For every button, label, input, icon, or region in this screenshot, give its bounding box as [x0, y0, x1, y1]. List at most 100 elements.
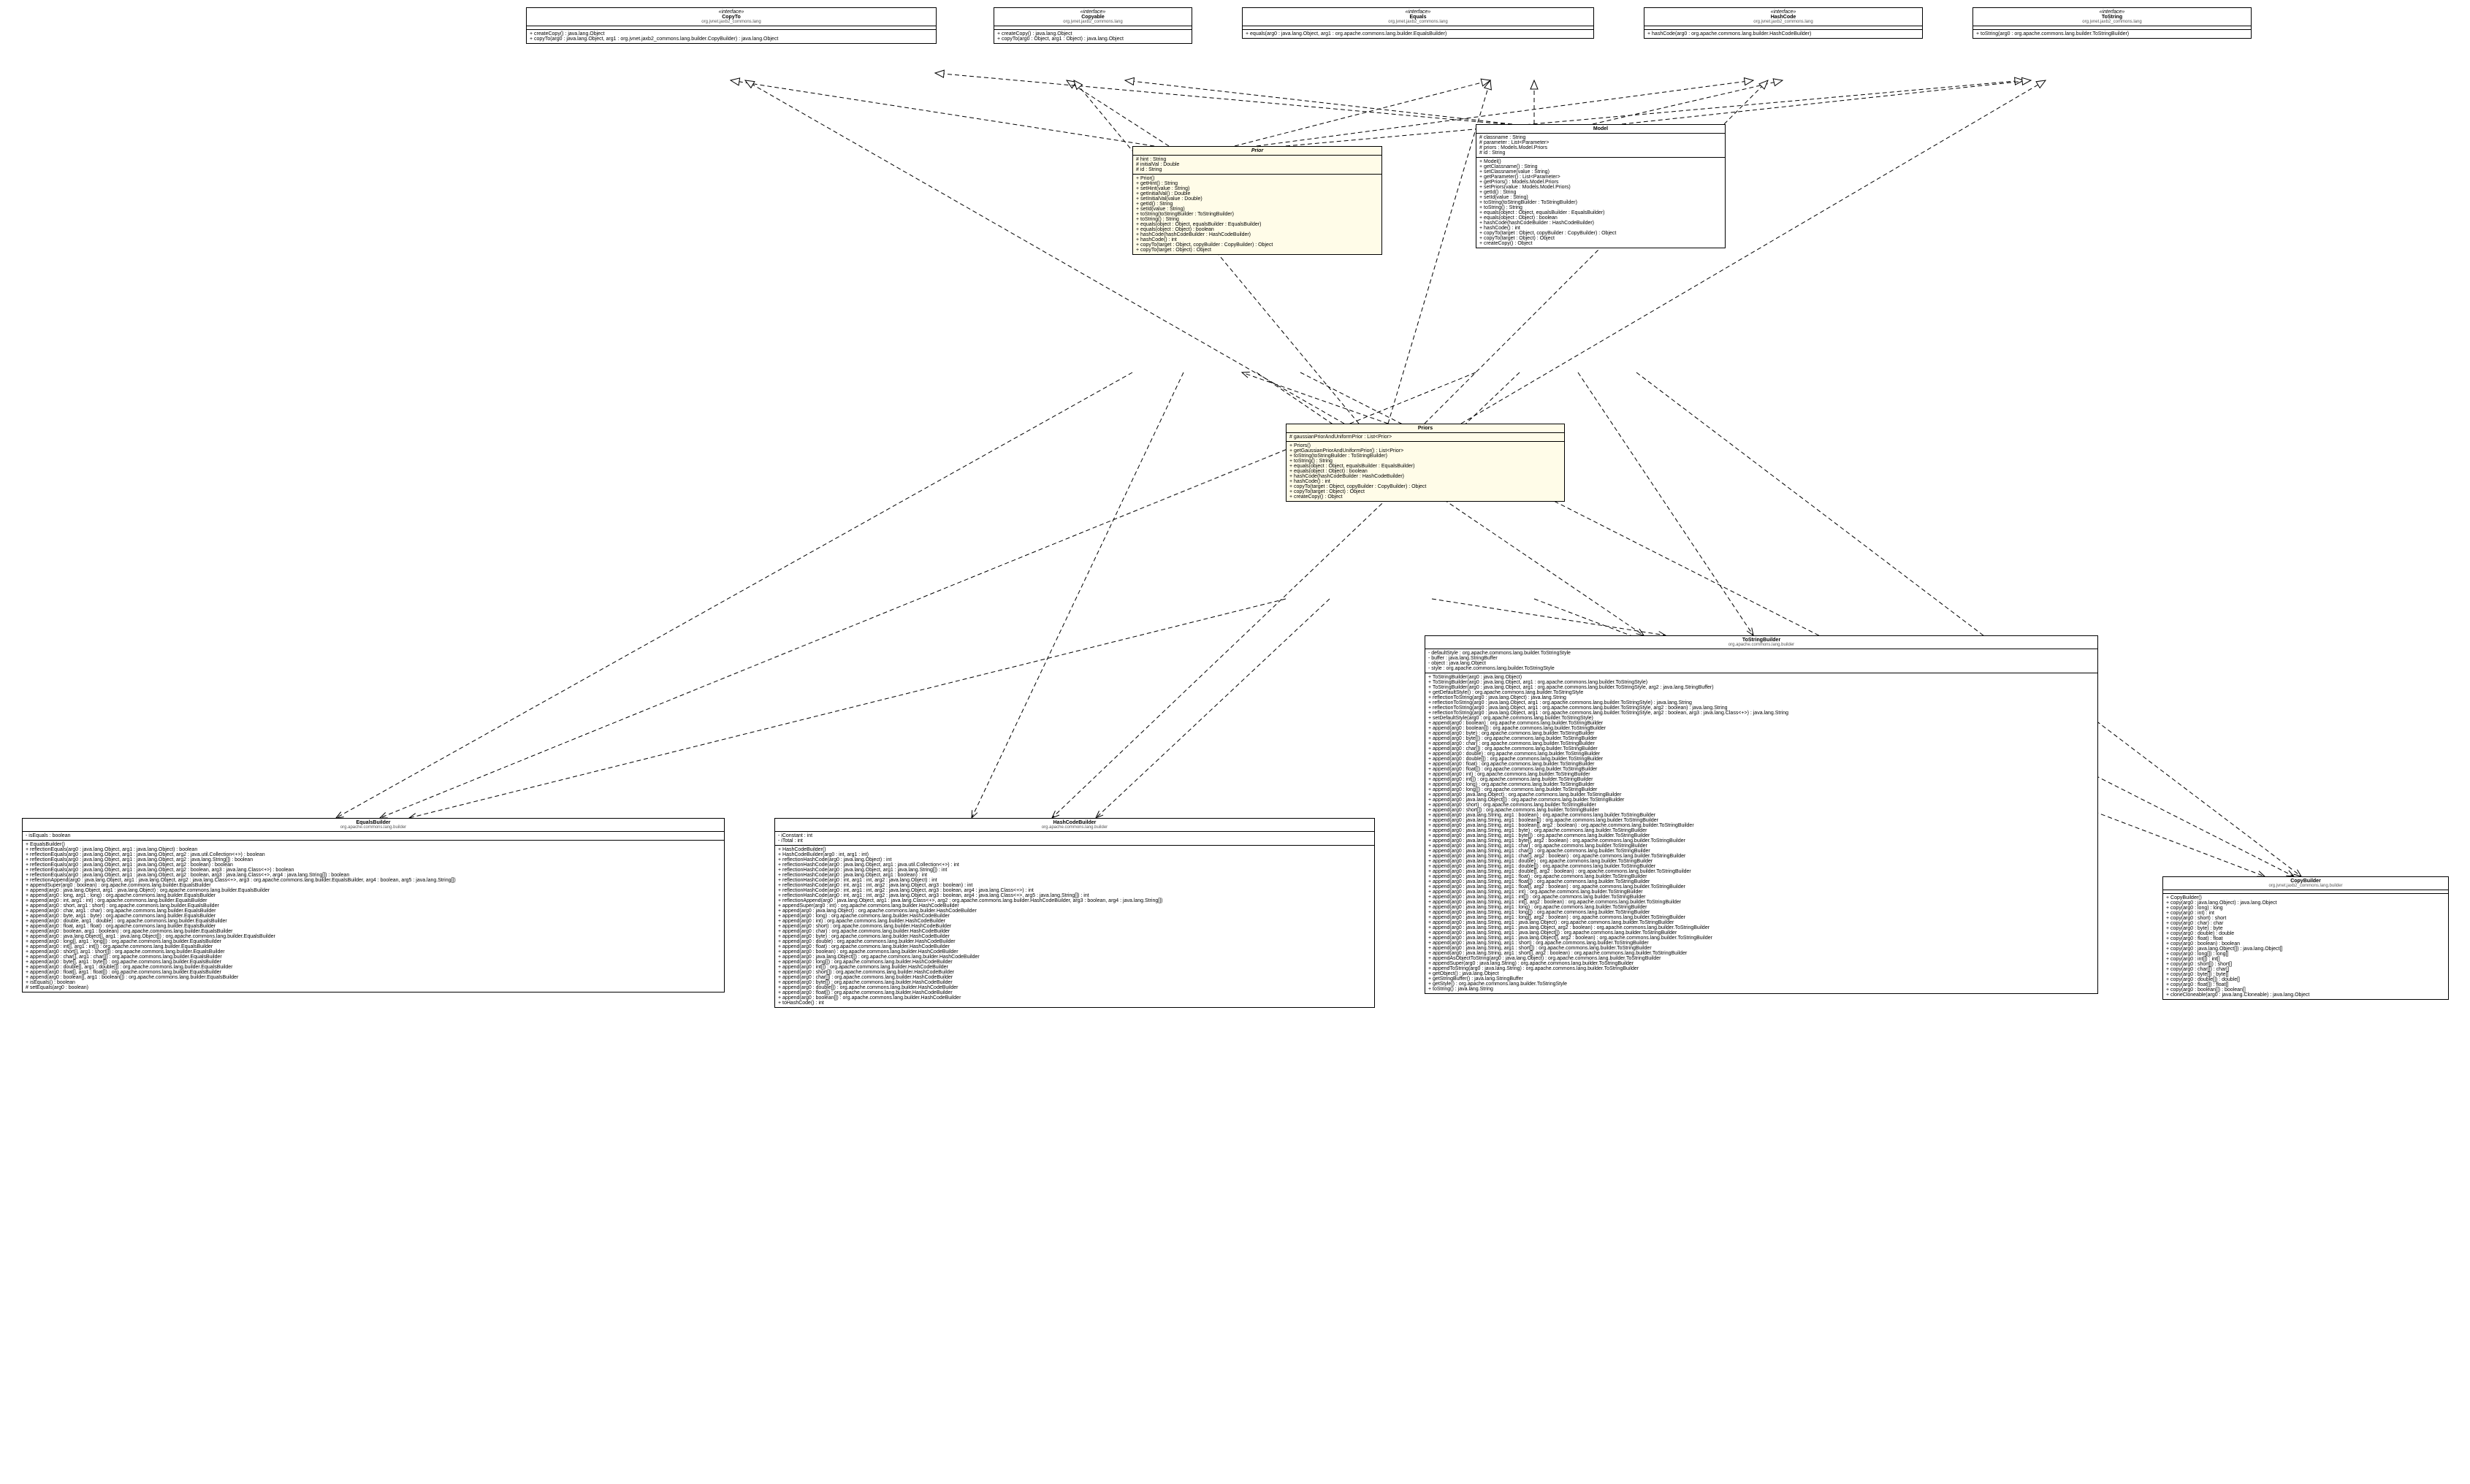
- member: + CopyBuilder(): [2166, 895, 2445, 900]
- member: + append(arg0 : float[]) : org.apache.co…: [778, 990, 1371, 995]
- member: + reflectionHashCode(arg0 : int, arg1 : …: [778, 888, 1371, 893]
- member: # initialVal : Double: [1136, 162, 1379, 167]
- member: + append(arg0 : java.lang.String, arg1 :…: [1428, 915, 2094, 920]
- member: + toString() : String: [1289, 459, 1561, 464]
- member: + append(arg0 : byte[]) : org.apache.com…: [1428, 736, 2094, 741]
- member: + copy(arg0 : double[]) : double[]: [2166, 977, 2445, 982]
- member: + append(arg0 : java.lang.String, arg1 :…: [1428, 823, 2094, 828]
- member: # id : String: [1136, 167, 1379, 172]
- member: + hashCode() : int: [1479, 226, 1722, 231]
- member: + append(arg0 : long[]) : org.apache.com…: [1428, 787, 2094, 792]
- member: # id : String: [1479, 150, 1722, 156]
- class-tostringbuilder: ToStringBuilderorg.apache.commons.lang.b…: [1425, 635, 2098, 994]
- class-hashcodebuilder: HashCodeBuilderorg.apache.commons.lang.b…: [774, 818, 1375, 1008]
- member: + reflectionAppend(arg0 : java.lang.Obje…: [778, 898, 1371, 903]
- class-name: CopyTo: [530, 15, 933, 20]
- member: + append(arg0 : int, arg1 : int) : org.a…: [26, 898, 721, 903]
- member: + append(arg0 : long[], arg1 : long[]) :…: [26, 939, 721, 944]
- member: + reflectionHashCode(arg0 : java.lang.Ob…: [778, 873, 1371, 878]
- member: + setPriors(value : Models.Model.Priors): [1479, 185, 1722, 190]
- member: + isEquals() : boolean: [26, 980, 721, 985]
- member: + copyTo(target : Object, copyBuilder : …: [1479, 231, 1722, 236]
- member: + reflectionHashCode(arg0 : int, arg1 : …: [778, 883, 1371, 888]
- member: + append(arg0 : boolean[]) : org.apache.…: [778, 995, 1371, 1001]
- member: + equals(object : Object, equalsBuilder …: [1479, 210, 1722, 215]
- member: + append(arg0 : java.lang.String, arg1 :…: [1428, 859, 2094, 864]
- member: + append(arg0 : short[]) : org.apache.co…: [1428, 808, 2094, 813]
- member: + append(arg0 : java.lang.String, arg1 :…: [1428, 884, 2094, 890]
- member: + append(arg0 : double[]) : org.apache.c…: [778, 985, 1371, 990]
- member: + reflectionEquals(arg0 : java.lang.Obje…: [26, 852, 721, 857]
- member: + append(arg0 : double) : org.apache.com…: [1428, 751, 2094, 757]
- member: + append(arg0 : byte[], arg1 : byte[]) :…: [26, 960, 721, 965]
- member: + append(arg0 : int[]) : org.apache.comm…: [1428, 777, 2094, 782]
- class-copyable: «interface»Copyableorg.jvnet.jaxb2_commo…: [994, 7, 1192, 44]
- member: + toHashCode() : int: [778, 1001, 1371, 1006]
- member: + toString(toStringBuilder : ToStringBui…: [1289, 454, 1561, 459]
- member: + setInitialVal(value : Double): [1136, 196, 1379, 202]
- member: + getDefaultStyle() : org.apache.commons…: [1428, 690, 2094, 695]
- member: # hint : String: [1136, 157, 1379, 162]
- member: + append(arg0 : java.lang.String, arg1 :…: [1428, 879, 2094, 884]
- member: + appendToString(arg0 : java.lang.String…: [1428, 966, 2094, 971]
- member: + append(arg0 : java.lang.String, arg1 :…: [1428, 869, 2094, 874]
- member: + reflectionHashCode(arg0 : int, arg1 : …: [778, 878, 1371, 883]
- member: + Model(): [1479, 159, 1722, 164]
- member: + reflectionToString(arg0 : java.lang.Ob…: [1428, 705, 2094, 711]
- member: + append(arg0 : int[]) : org.apache.comm…: [778, 965, 1371, 970]
- member: - iTotal : int: [778, 838, 1371, 844]
- member: + append(arg0 : char) : org.apache.commo…: [778, 929, 1371, 934]
- member: + copy(arg0 : java.lang.Object[]) : java…: [2166, 946, 2445, 952]
- member: + reflectionEquals(arg0 : java.lang.Obje…: [26, 847, 721, 852]
- member: + toString() : String: [1136, 217, 1379, 222]
- member: + HashCodeBuilder(): [778, 847, 1371, 852]
- member: + equals(arg0 : java.lang.Object, arg1 :…: [1246, 31, 1590, 37]
- member: + append(arg0 : double) : org.apache.com…: [778, 939, 1371, 944]
- member: + append(arg0 : java.lang.String, arg1 :…: [1428, 936, 2094, 941]
- member: - object : java.lang.Object: [1428, 661, 2094, 666]
- member: + append(arg0 : double[]) : org.apache.c…: [1428, 757, 2094, 762]
- member: + append(arg0 : java.lang.Object) : org.…: [1428, 792, 2094, 798]
- member: + reflectionEquals(arg0 : java.lang.Obje…: [26, 863, 721, 868]
- member: + Priors(): [1289, 443, 1561, 448]
- member: + append(arg0 : int) : org.apache.common…: [778, 919, 1371, 924]
- member: + append(arg0 : java.lang.String, arg1 :…: [1428, 900, 2094, 905]
- member: + append(arg0 : java.lang.String, arg1 :…: [1428, 910, 2094, 915]
- member: + getClassname() : String: [1479, 164, 1722, 169]
- member: + ToStringBuilder(arg0 : java.lang.Objec…: [1428, 675, 2094, 680]
- member: + toString() : java.lang.String: [1428, 987, 2094, 992]
- member: + appendSuper(arg0 : boolean) : org.apac…: [26, 883, 721, 888]
- member: + setHint(value : String): [1136, 186, 1379, 191]
- member: + copyTo(target : Object) : Object: [1479, 236, 1722, 241]
- member: + append(arg0 : int[], arg1 : int[]) : o…: [26, 944, 721, 949]
- member: # parameter : List<Parameter>: [1479, 140, 1722, 145]
- member: + reflectionAppend(arg0 : java.lang.Obje…: [26, 878, 721, 883]
- member: + hashCode() : int: [1136, 237, 1379, 242]
- member: # gaussianPriorAndUniformPrior : List<Pr…: [1289, 435, 1561, 440]
- member: + append(arg0 : java.lang.String, arg1 :…: [1428, 818, 2094, 823]
- member: + append(arg0 : char[], arg1 : char[]) :…: [26, 955, 721, 960]
- member: + append(arg0 : char[]) : org.apache.com…: [1428, 746, 2094, 751]
- class-priors: Priors # gaussianPriorAndUniformPrior : …: [1286, 424, 1565, 502]
- member: + copy(arg0 : byte) : byte: [2166, 926, 2445, 931]
- member: + append(arg0 : boolean[], arg1 : boolea…: [26, 975, 721, 980]
- member: + getObject() : java.lang.Object: [1428, 971, 2094, 976]
- member: + copyTo(target : Object, copyBuilder : …: [1289, 484, 1561, 489]
- member: + copy(arg0 : float[]) : float[]: [2166, 982, 2445, 987]
- member: + equals(object : Object, equalsBuilder …: [1289, 464, 1561, 469]
- member: + reflectionToString(arg0 : java.lang.Ob…: [1428, 711, 2094, 716]
- member: + copy(arg0 : short[]) : short[]: [2166, 962, 2445, 967]
- member: + append(arg0 : java.lang.String, arg1 :…: [1428, 890, 2094, 895]
- member: # priors : Models.Model.Priors: [1479, 145, 1722, 150]
- member: - defaultStyle : org.apache.commons.lang…: [1428, 651, 2094, 656]
- member: + copy(arg0 : long[]) : long[]: [2166, 952, 2445, 957]
- member: + append(arg0 : float, arg1 : float) : o…: [26, 924, 721, 929]
- member: + append(arg0 : double[], arg1 : double[…: [26, 965, 721, 970]
- member: + copy(arg0 : boolean) : boolean: [2166, 941, 2445, 946]
- member: + append(arg0 : java.lang.String, arg1 :…: [1428, 864, 2094, 869]
- member: + createCopy() : java.lang.Object: [530, 31, 933, 37]
- member: + append(arg0 : boolean) : org.apache.co…: [778, 949, 1371, 955]
- member: + append(arg0 : java.lang.Object[]) : or…: [778, 955, 1371, 960]
- member: + append(arg0 : java.lang.String, arg1 :…: [1428, 941, 2094, 946]
- class-copybuilder: CopyBuilderorg.jvnet.jaxb2_commons.lang.…: [2162, 876, 2449, 1000]
